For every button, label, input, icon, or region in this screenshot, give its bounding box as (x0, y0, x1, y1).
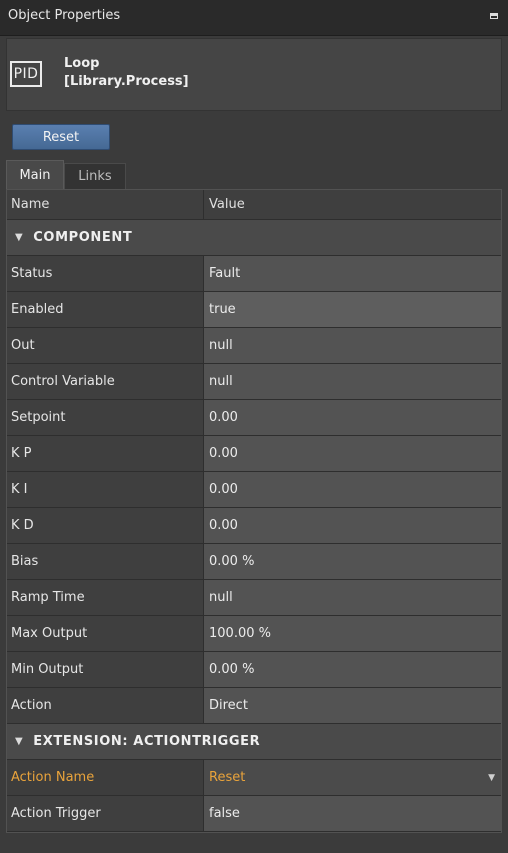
pid-icon: PID (10, 61, 42, 87)
property-row[interactable]: Action Name Reset ▼ (7, 760, 501, 796)
property-name: Ramp Time (11, 590, 85, 605)
property-value[interactable]: 0.00 (203, 472, 501, 507)
property-row[interactable]: Ramp Time null (7, 580, 501, 616)
property-row[interactable]: Bias 0.00 % (7, 544, 501, 580)
property-row[interactable]: Action Direct (7, 688, 501, 724)
property-name: Out (11, 338, 35, 353)
property-name: Min Output (11, 662, 84, 677)
property-name: Action (11, 698, 52, 713)
property-value[interactable]: 0.00 (203, 400, 501, 435)
property-row[interactable]: Status Fault (7, 256, 501, 292)
property-row[interactable]: K I 0.00 (7, 472, 501, 508)
tab-links[interactable]: Links (64, 163, 126, 189)
section-title: COMPONENT (33, 230, 133, 245)
property-row[interactable]: K D 0.00 (7, 508, 501, 544)
grid-header: Name Value (7, 190, 501, 220)
property-value[interactable]: 0.00 % (203, 544, 501, 579)
property-row[interactable]: Max Output 100.00 % (7, 616, 501, 652)
property-row[interactable]: Setpoint 0.00 (7, 400, 501, 436)
property-name: Bias (11, 554, 39, 569)
property-row[interactable]: Enabled true (7, 292, 501, 328)
property-row[interactable]: Min Output 0.00 % (7, 652, 501, 688)
object-type: [Library.Process] (64, 74, 189, 89)
property-value[interactable]: 100.00 % (203, 616, 501, 651)
property-name: Enabled (11, 302, 64, 317)
property-name: K D (11, 518, 34, 533)
tab-main[interactable]: Main (6, 160, 64, 189)
property-name: K I (11, 482, 28, 497)
property-name: Action Trigger (11, 806, 101, 821)
property-row[interactable]: Out null (7, 328, 501, 364)
property-value: Fault (203, 256, 501, 291)
action-name-dropdown[interactable]: Reset ▼ (203, 760, 501, 795)
column-header-name[interactable]: Name (7, 190, 203, 219)
column-header-value[interactable]: Value (203, 190, 501, 219)
section-extension-actiontrigger[interactable]: ▼ EXTENSION: ACTIONTRIGGER (7, 724, 501, 760)
chevron-down-icon[interactable]: ▼ (488, 773, 495, 783)
property-name: Max Output (11, 626, 88, 641)
collapse-caret-icon[interactable]: ▼ (15, 232, 23, 243)
object-header: PID Loop [Library.Process] (6, 38, 502, 111)
property-name: K P (11, 446, 32, 461)
property-name: Control Variable (11, 374, 115, 389)
property-grid: Name Value ▼ COMPONENT Status Fault Enabl… (6, 189, 502, 833)
property-row[interactable]: Control Variable null (7, 364, 501, 400)
property-value: null (203, 328, 501, 363)
section-title: EXTENSION: ACTIONTRIGGER (33, 734, 261, 749)
property-value: Reset (209, 770, 246, 785)
reset-button[interactable]: Reset (12, 124, 110, 150)
property-row[interactable]: K P 0.00 (7, 436, 501, 472)
restore-icon[interactable] (490, 13, 498, 19)
property-value[interactable]: false (203, 796, 501, 831)
property-value[interactable]: null (203, 364, 501, 399)
property-value[interactable]: true (203, 292, 501, 327)
section-component[interactable]: ▼ COMPONENT (7, 220, 501, 256)
collapse-caret-icon[interactable]: ▼ (15, 736, 23, 747)
property-name: Status (11, 266, 53, 281)
property-value[interactable]: 0.00 (203, 436, 501, 471)
property-name: Action Name (7, 760, 203, 795)
property-value[interactable]: 0.00 % (203, 652, 501, 687)
property-value[interactable]: 0.00 (203, 508, 501, 543)
panel-title: Object Properties (8, 8, 121, 23)
property-name: Setpoint (11, 410, 66, 425)
object-name: Loop (64, 56, 100, 71)
property-value[interactable]: Direct (203, 688, 501, 723)
property-row[interactable]: Action Trigger false (7, 796, 501, 832)
panel-titlebar: Object Properties (0, 0, 508, 36)
property-value[interactable]: null (203, 580, 501, 615)
